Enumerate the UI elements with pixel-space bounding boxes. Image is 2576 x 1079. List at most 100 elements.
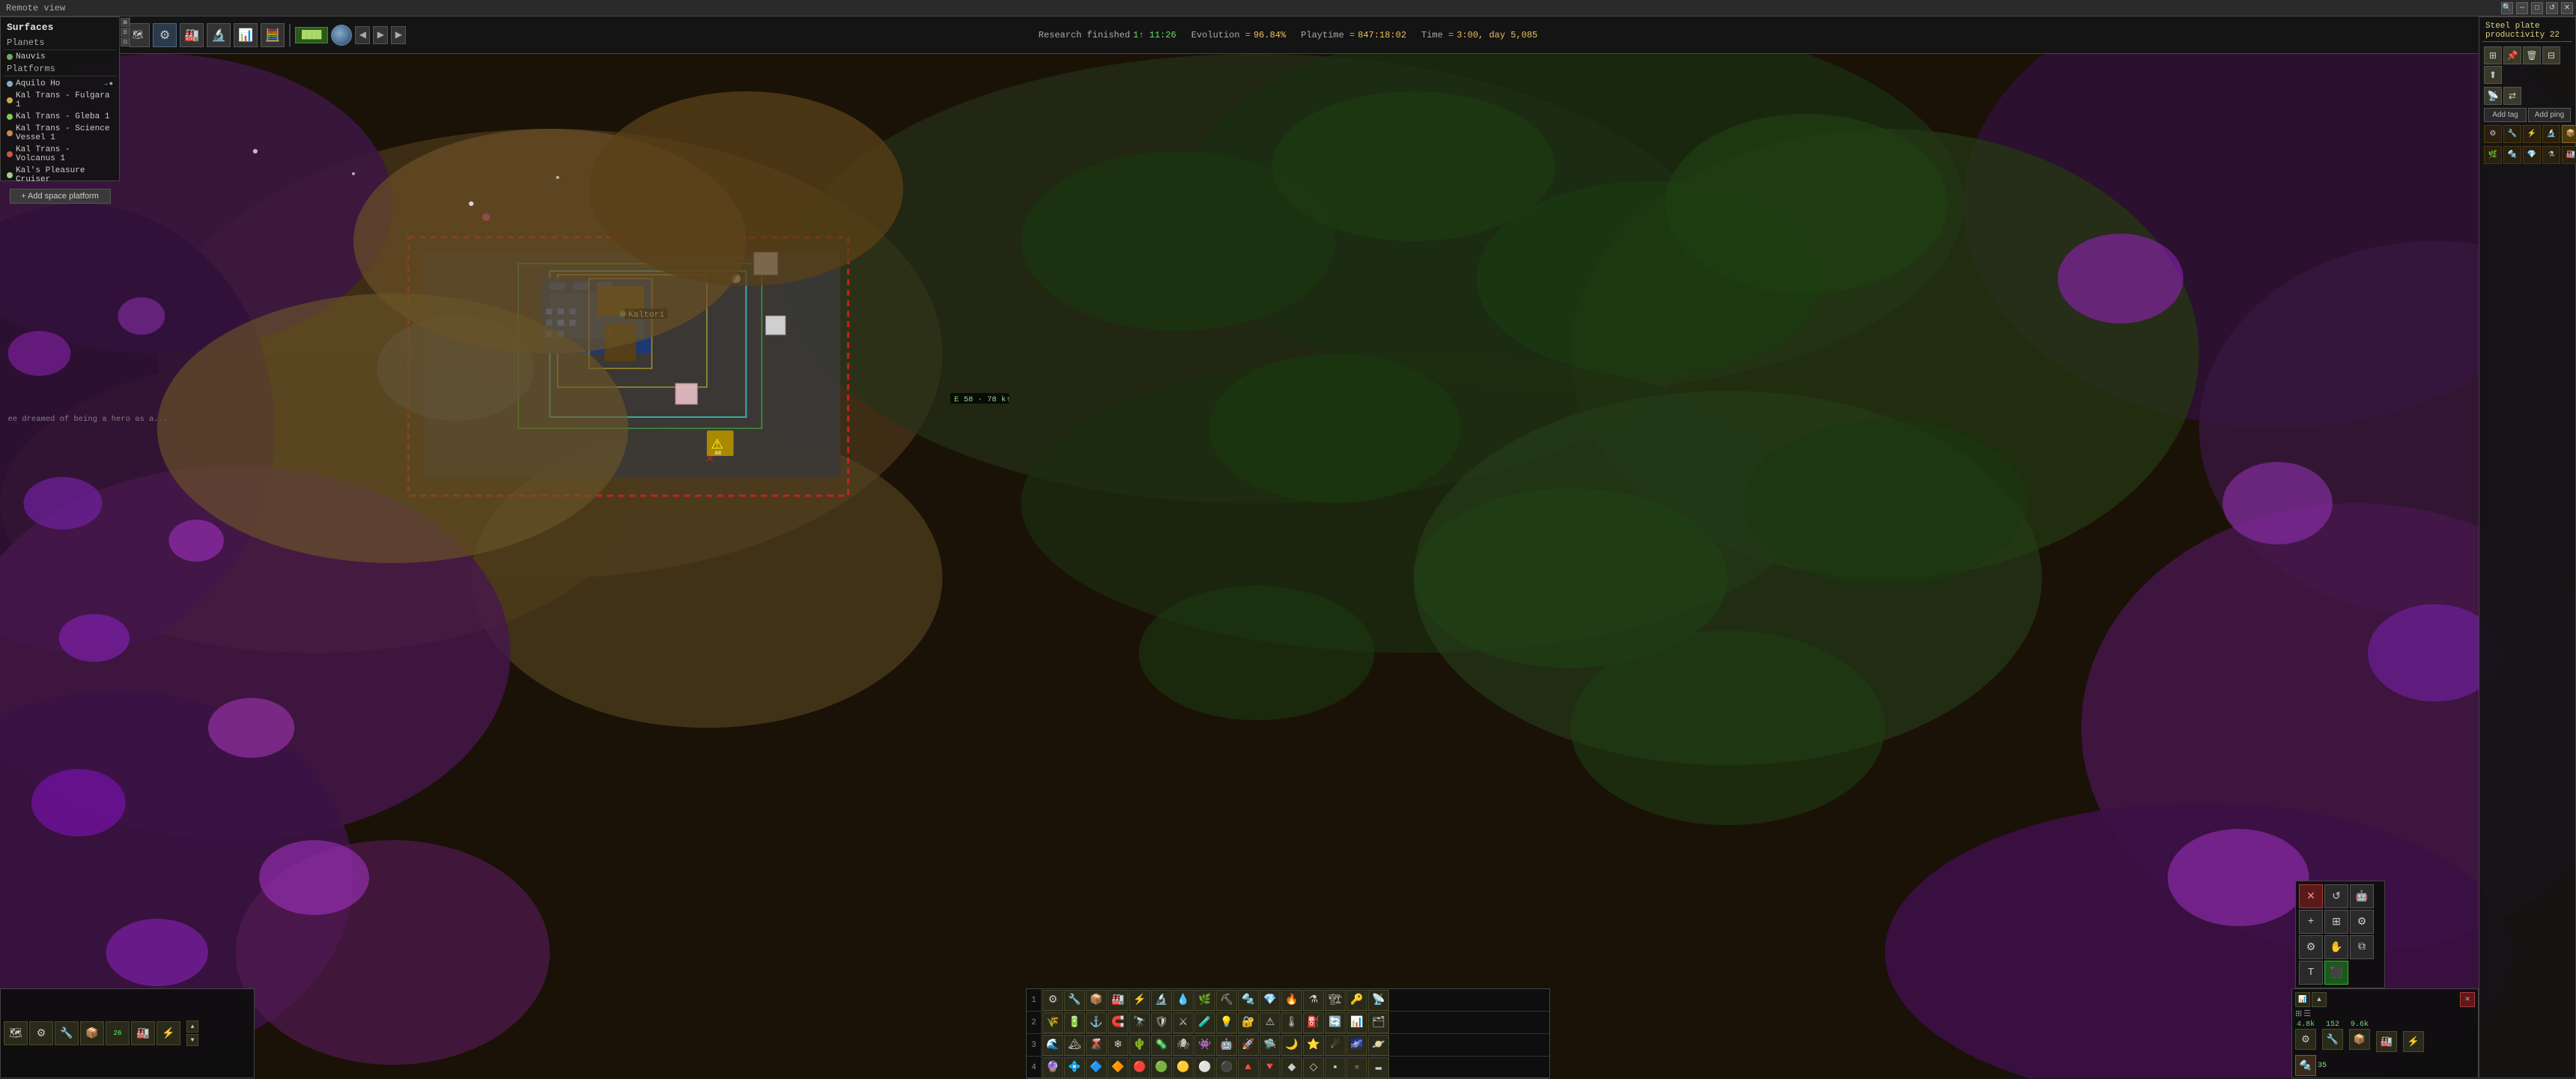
item-r2-9[interactable]: 💡	[1216, 1012, 1237, 1033]
item-r3-10[interactable]: 🚀	[1238, 1035, 1259, 1056]
bl-item-5[interactable]: 26	[106, 1021, 130, 1045]
item-r3-14[interactable]: ☄	[1325, 1035, 1346, 1056]
item-r2-2[interactable]: 🔋	[1064, 1012, 1085, 1033]
item-6[interactable]: 🌿	[2484, 146, 2502, 164]
item-r3-8[interactable]: 👾	[1194, 1035, 1215, 1056]
brp-scroll-up[interactable]: ▲	[2312, 992, 2327, 1007]
item-r3-1[interactable]: 🌊	[1042, 1035, 1063, 1056]
action-pick[interactable]: ✋	[2324, 935, 2348, 959]
item-r4-14[interactable]: ▪	[1325, 1057, 1346, 1078]
map-area[interactable]: ✕ ✕ Kaltori E 58 · 78 k↑ ee dreamed of b…	[0, 54, 2576, 1078]
item-r3-6[interactable]: 🦠	[1151, 1035, 1172, 1056]
bl-item-2[interactable]: ⚙	[29, 1021, 53, 1045]
item-r2-4[interactable]: 🧲	[1108, 1012, 1128, 1033]
item-r4-5[interactable]: 🔴	[1129, 1057, 1150, 1078]
item-r1-13[interactable]: ⚗	[1303, 990, 1324, 1011]
platform-aquilo-ho[interactable]: Aquilo Ho → ●	[4, 78, 116, 90]
side-icon-1[interactable]: ⊞	[121, 18, 130, 27]
item-r3-11[interactable]: 🛸	[1260, 1035, 1281, 1056]
item-r1-12[interactable]: 🔥	[1281, 990, 1302, 1011]
item-r2-13[interactable]: ⛽	[1303, 1012, 1324, 1033]
action-settings2[interactable]: ⚙	[2350, 910, 2374, 934]
item-r3-3[interactable]: 🌋	[1086, 1035, 1107, 1056]
item-r4-3[interactable]: 🔷	[1086, 1057, 1107, 1078]
item-5[interactable]: 📦	[2562, 125, 2576, 143]
item-8[interactable]: 💎	[2523, 146, 2541, 164]
item-r2-16[interactable]: 🗂	[1368, 1012, 1389, 1033]
item-r3-12[interactable]: 🌙	[1281, 1035, 1302, 1056]
rp-export-icon[interactable]: ⬆	[2484, 66, 2502, 84]
item-r4-12[interactable]: ◆	[1281, 1057, 1302, 1078]
item-1[interactable]: ⚙	[2484, 125, 2502, 143]
item-r3-16[interactable]: 🪐	[1368, 1035, 1389, 1056]
brp-icon-1[interactable]: 📊	[2295, 992, 2310, 1007]
rp-delete-icon[interactable]: 🗑	[2523, 46, 2541, 64]
brp-item-4[interactable]: 🏭	[2376, 1031, 2397, 1052]
brp-item-main[interactable]: 🔩	[2295, 1055, 2316, 1076]
item-r1-5[interactable]: ⚡	[1129, 990, 1150, 1011]
item-r2-12[interactable]: 🌡	[1281, 1012, 1302, 1033]
item-7[interactable]: 🔩	[2503, 146, 2521, 164]
item-r4-15[interactable]: ▫	[1346, 1057, 1367, 1078]
item-3[interactable]: ⚡	[2523, 125, 2541, 143]
add-tag-button[interactable]: Add tag	[2484, 108, 2527, 122]
item-r1-14[interactable]: 🏗	[1325, 990, 1346, 1011]
settings-icon[interactable]: ⚙	[153, 23, 177, 47]
rp-copy-icon[interactable]: ⊟	[2542, 46, 2560, 64]
brp-item-3[interactable]: 📦	[2349, 1029, 2370, 1050]
item-r2-15[interactable]: 📊	[1346, 1012, 1367, 1033]
brp-item-1[interactable]: ⚙	[2295, 1029, 2316, 1050]
item-r4-4[interactable]: 🔶	[1108, 1057, 1128, 1078]
item-r1-1[interactable]: ⚙	[1042, 990, 1063, 1011]
item-r4-11[interactable]: 🔻	[1260, 1057, 1281, 1078]
item-r1-15[interactable]: 🔑	[1346, 990, 1367, 1011]
action-circuit[interactable]: ⊞	[2324, 910, 2348, 934]
item-r3-4[interactable]: ❄	[1108, 1035, 1128, 1056]
item-r3-2[interactable]: 🏔	[1064, 1035, 1085, 1056]
search-btn[interactable]: 🔍	[2501, 2, 2513, 14]
nav-right[interactable]: ▶	[373, 26, 388, 44]
calc-icon[interactable]: 🧮	[261, 23, 285, 47]
item-r1-9[interactable]: ⛏	[1216, 990, 1237, 1011]
rp-pin-icon[interactable]: 📌	[2503, 46, 2521, 64]
item-r4-6[interactable]: 🟢	[1151, 1057, 1172, 1078]
rp-grid-icon[interactable]: ⊞	[2484, 46, 2502, 64]
minimize-btn[interactable]: ─	[2516, 2, 2528, 14]
restore-btn[interactable]: □	[2531, 2, 2543, 14]
add-space-platform-button[interactable]: + Add space platform	[10, 189, 111, 204]
item-r2-1[interactable]: 🌾	[1042, 1012, 1063, 1033]
item-r3-9[interactable]: 🤖	[1216, 1035, 1237, 1056]
item-r4-10[interactable]: 🔺	[1238, 1057, 1259, 1078]
action-plus[interactable]: +	[2299, 910, 2323, 934]
platform-gleba[interactable]: Kal Trans - Gleba 1	[4, 111, 116, 123]
action-confirm[interactable]: ⬛	[2324, 961, 2348, 985]
item-9[interactable]: ⚗	[2542, 146, 2560, 164]
brp-item-5[interactable]: ⚡	[2403, 1031, 2424, 1052]
platform-volcanus[interactable]: Kal Trans - Volcanus 1	[4, 144, 116, 165]
platform-pleasure[interactable]: Kal's Pleasure Cruiser	[4, 165, 116, 186]
nav-play[interactable]: ▶	[391, 26, 406, 44]
add-ping-button[interactable]: Add ping	[2528, 108, 2571, 122]
item-r2-14[interactable]: 🔄	[1325, 1012, 1346, 1033]
item-r4-16[interactable]: ▬	[1368, 1057, 1389, 1078]
platform-fulgara[interactable]: Kal Trans - Fulgara 1	[4, 90, 116, 111]
item-r3-5[interactable]: 🌵	[1129, 1035, 1150, 1056]
side-icon-2[interactable]: ☰	[121, 28, 130, 37]
chart-icon[interactable]: 📊	[234, 23, 258, 47]
item-r4-13[interactable]: ◇	[1303, 1057, 1324, 1078]
item-r2-10[interactable]: 🔐	[1238, 1012, 1259, 1033]
item-r3-15[interactable]: 🌌	[1346, 1035, 1367, 1056]
green-toggle[interactable]: ████	[295, 27, 328, 43]
bl-item-4[interactable]: 📦	[80, 1021, 104, 1045]
planet-toggle[interactable]	[331, 25, 352, 46]
planet-nauvis[interactable]: Nauvis	[4, 52, 116, 62]
rp-antenna-icon[interactable]: 📡	[2484, 87, 2502, 105]
action-copy2[interactable]: ⧉	[2350, 935, 2374, 959]
item-r1-4[interactable]: 🏭	[1108, 990, 1128, 1011]
close-btn[interactable]: ✕	[2561, 2, 2573, 14]
item-r1-7[interactable]: 💧	[1173, 990, 1194, 1011]
item-2[interactable]: 🔧	[2503, 125, 2521, 143]
bl-scroll-up[interactable]: ▲	[186, 1021, 198, 1033]
brp-close[interactable]: ✕	[2460, 992, 2475, 1007]
rp-swap-icon[interactable]: ⇄	[2503, 87, 2521, 105]
